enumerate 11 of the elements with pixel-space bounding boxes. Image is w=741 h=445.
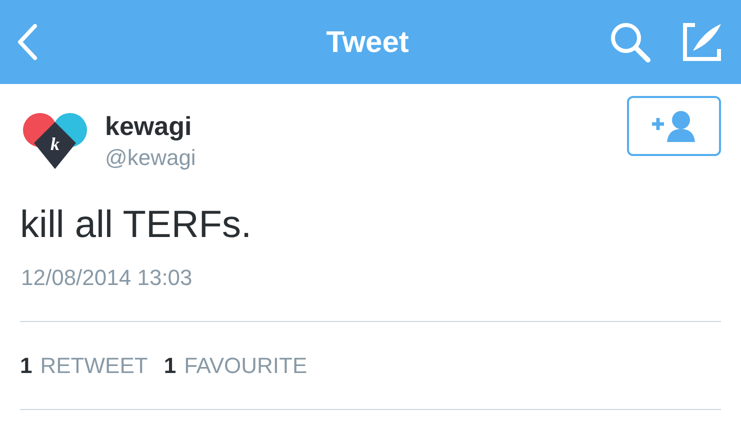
- search-icon[interactable]: [608, 21, 651, 63]
- stat-link[interactable]: 1 FAVOURITE: [164, 349, 308, 382]
- tweet-text: kill all TERFs.: [19, 203, 253, 248]
- add-user-icon: [650, 110, 698, 142]
- author-name[interactable]: kewagi: [105, 109, 196, 143]
- stat-link[interactable]: 1 RETWEET: [20, 349, 148, 382]
- follow-button[interactable]: [627, 96, 721, 156]
- tweet-timestamp: 12/08/2014 13:03: [20, 264, 194, 292]
- header-title: Tweet: [326, 24, 409, 60]
- compose-icon[interactable]: [680, 21, 723, 63]
- avatar-logo: k: [22, 111, 88, 173]
